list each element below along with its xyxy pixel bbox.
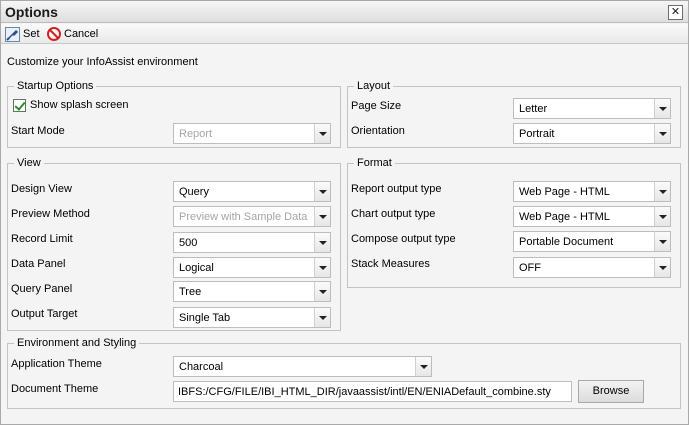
chart-output-label: Chart output type bbox=[351, 208, 436, 220]
title-bar: Options ✕ bbox=[1, 1, 688, 23]
data-panel-label: Data Panel bbox=[11, 258, 66, 270]
preview-method-value: Preview with Sample Data bbox=[179, 211, 308, 223]
compose-output-label: Compose output type bbox=[351, 233, 456, 245]
record-limit-label: Record Limit bbox=[11, 233, 73, 245]
environment-legend: Environment and Styling bbox=[14, 336, 140, 350]
start-mode-label: Start Mode bbox=[11, 125, 65, 137]
design-view-select[interactable]: Query bbox=[173, 181, 331, 202]
app-theme-value: Charcoal bbox=[179, 361, 224, 373]
stack-measures-value: OFF bbox=[519, 262, 541, 274]
chevron-down-icon bbox=[314, 207, 330, 226]
chart-output-value: Web Page - HTML bbox=[519, 211, 610, 223]
page-size-label: Page Size bbox=[351, 100, 402, 112]
preview-method-select[interactable]: Preview with Sample Data bbox=[173, 206, 331, 227]
query-panel-select[interactable]: Tree bbox=[173, 281, 331, 302]
data-panel-value: Logical bbox=[179, 262, 214, 274]
chevron-down-icon bbox=[314, 233, 330, 252]
layout-legend: Layout bbox=[354, 79, 394, 93]
page-size-value: Letter bbox=[519, 103, 548, 115]
toolbar: Set Cancel bbox=[1, 24, 688, 44]
design-view-label: Design View bbox=[11, 183, 72, 195]
output-target-label: Output Target bbox=[11, 308, 78, 320]
doc-theme-value: IBFS:/CFG/FILE/IBI_HTML_DIR/javaassist/i… bbox=[178, 386, 551, 398]
format-panel: Format Report output type Web Page - HTM… bbox=[347, 156, 681, 288]
view-panel: View Design View Query Preview Method Pr… bbox=[7, 156, 341, 331]
stack-measures-label: Stack Measures bbox=[351, 258, 430, 270]
intro-text: Customize your InfoAssist environment bbox=[7, 56, 198, 68]
design-view-value: Query bbox=[179, 186, 209, 198]
chevron-down-icon bbox=[654, 258, 670, 277]
orientation-value: Portrait bbox=[519, 128, 555, 140]
start-mode-select[interactable]: Report bbox=[173, 123, 331, 144]
chevron-down-icon bbox=[654, 99, 670, 118]
chevron-down-icon bbox=[314, 258, 330, 277]
view-legend: View bbox=[14, 156, 44, 170]
chevron-down-icon bbox=[654, 232, 670, 251]
record-limit-value: 500 bbox=[179, 237, 198, 249]
query-panel-value: Tree bbox=[179, 286, 202, 298]
set-label: Set bbox=[23, 28, 40, 40]
environment-panel: Environment and Styling Application Them… bbox=[7, 336, 681, 409]
app-theme-label: Application Theme bbox=[11, 358, 102, 370]
splash-screen-label: Show splash screen bbox=[30, 99, 129, 111]
output-target-value: Single Tab bbox=[179, 312, 231, 324]
page-size-select[interactable]: Letter bbox=[513, 98, 671, 119]
startup-options-panel: Startup Options Show splash screen Start… bbox=[7, 79, 341, 148]
data-panel-select[interactable]: Logical bbox=[173, 257, 331, 278]
set-icon bbox=[5, 26, 20, 42]
preview-method-label: Preview Method bbox=[11, 208, 90, 220]
chevron-down-icon bbox=[314, 124, 330, 143]
layout-panel: Layout Page Size Letter Orientation Port… bbox=[347, 79, 681, 148]
app-theme-select[interactable]: Charcoal bbox=[173, 356, 432, 377]
stack-measures-select[interactable]: OFF bbox=[513, 257, 671, 278]
close-icon: ✕ bbox=[670, 6, 681, 18]
doc-theme-label: Document Theme bbox=[11, 383, 99, 395]
orientation-select[interactable]: Portrait bbox=[513, 123, 671, 144]
cancel-label: Cancel bbox=[64, 28, 99, 40]
query-panel-label: Query Panel bbox=[11, 283, 73, 295]
report-output-value: Web Page - HTML bbox=[519, 186, 610, 198]
close-button[interactable]: ✕ bbox=[668, 5, 683, 20]
doc-theme-field[interactable]: IBFS:/CFG/FILE/IBI_HTML_DIR/javaassist/i… bbox=[173, 381, 572, 402]
splash-screen-checkbox[interactable] bbox=[13, 99, 26, 112]
chevron-down-icon bbox=[415, 357, 431, 376]
format-legend: Format bbox=[354, 156, 395, 170]
chart-output-select[interactable]: Web Page - HTML bbox=[513, 206, 671, 227]
chevron-down-icon bbox=[654, 207, 670, 226]
report-output-select[interactable]: Web Page - HTML bbox=[513, 181, 671, 202]
chevron-down-icon bbox=[654, 124, 670, 143]
chevron-down-icon bbox=[314, 308, 330, 327]
browse-button[interactable]: Browse bbox=[578, 380, 644, 403]
cancel-button[interactable]: Cancel bbox=[47, 26, 98, 42]
cancel-icon bbox=[47, 27, 61, 41]
chevron-down-icon bbox=[314, 182, 330, 201]
record-limit-select[interactable]: 500 bbox=[173, 232, 331, 253]
compose-output-select[interactable]: Portable Document bbox=[513, 231, 671, 252]
set-button[interactable]: Set bbox=[5, 26, 40, 42]
options-dialog: Options ✕ Set Cancel Customize your Info… bbox=[0, 0, 689, 425]
output-target-select[interactable]: Single Tab bbox=[173, 307, 331, 328]
chevron-down-icon bbox=[654, 182, 670, 201]
chevron-down-icon bbox=[314, 282, 330, 301]
report-output-label: Report output type bbox=[351, 183, 442, 195]
start-mode-value: Report bbox=[179, 128, 213, 140]
compose-output-value: Portable Document bbox=[519, 236, 614, 248]
orientation-label: Orientation bbox=[351, 125, 405, 137]
dialog-title: Options bbox=[5, 4, 58, 20]
startup-options-legend: Startup Options bbox=[14, 79, 97, 93]
